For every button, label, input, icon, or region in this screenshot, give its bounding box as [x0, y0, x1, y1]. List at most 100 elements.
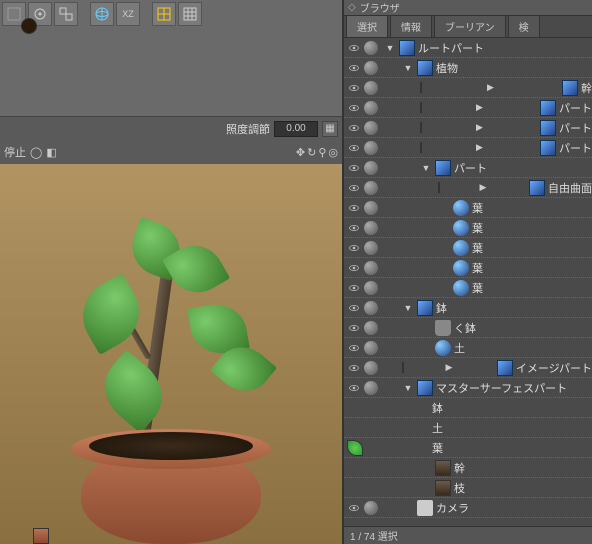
expand-arrow[interactable] [438, 182, 526, 193]
render-toggle[interactable] [364, 241, 378, 255]
visibility-toggle[interactable] [346, 300, 362, 316]
visibility-toggle[interactable] [346, 180, 362, 196]
tree-row[interactable]: 土 [344, 418, 592, 438]
visibility-toggle[interactable] [346, 280, 362, 296]
visibility-toggle[interactable] [346, 480, 362, 496]
expand-arrow[interactable] [402, 383, 414, 393]
render-toggle[interactable] [364, 361, 378, 375]
tree-item-label[interactable]: 鉢 [436, 300, 447, 316]
visibility-toggle[interactable] [346, 120, 362, 136]
visibility-toggle[interactable] [346, 260, 362, 276]
visibility-toggle[interactable] [346, 400, 362, 416]
tree-item-label[interactable]: 鉢 [432, 400, 443, 416]
tree-item-label[interactable]: く鉢 [454, 320, 476, 336]
render-toggle[interactable] [364, 341, 378, 355]
visibility-toggle[interactable] [346, 360, 362, 376]
tree-row[interactable]: 葉 [344, 278, 592, 298]
tree-row[interactable]: ルートパート [344, 38, 592, 58]
render-toggle[interactable] [364, 281, 378, 295]
stop-button[interactable]: 停止 [4, 144, 26, 160]
visibility-toggle[interactable] [346, 460, 362, 476]
render-toggle[interactable] [364, 261, 378, 275]
tree-row[interactable]: パート [344, 98, 592, 118]
visibility-toggle[interactable] [346, 220, 362, 236]
tab-0[interactable]: 選択 [346, 15, 388, 38]
tree-item-label[interactable]: パート [454, 160, 487, 176]
tree-row[interactable]: 鉢 [344, 298, 592, 318]
tree-row[interactable]: パート [344, 158, 592, 178]
tree-item-label[interactable]: 土 [432, 420, 443, 436]
globe-icon[interactable] [90, 2, 114, 26]
visibility-toggle[interactable] [346, 320, 362, 336]
tree-item-label[interactable]: 葉 [472, 280, 483, 296]
render-toggle[interactable] [364, 221, 378, 235]
tree-row[interactable]: 幹 [344, 78, 592, 98]
render-toggle[interactable] [364, 101, 378, 115]
expand-arrow[interactable] [420, 163, 432, 173]
render-toggle[interactable] [364, 201, 378, 215]
tree-row[interactable]: 葉 [344, 198, 592, 218]
visibility-toggle[interactable] [346, 160, 362, 176]
tree-item-label[interactable]: パート [559, 140, 592, 156]
render-toggle[interactable] [364, 381, 378, 395]
render-toggle[interactable] [364, 321, 378, 335]
viewport-3d[interactable] [0, 164, 342, 544]
expand-arrow[interactable] [420, 142, 537, 153]
render-toggle[interactable] [364, 301, 378, 315]
grid-icon[interactable] [178, 2, 202, 26]
tree-item-label[interactable]: マスターサーフェスパート [436, 380, 567, 396]
tree-row[interactable]: 葉 [344, 258, 592, 278]
render-toggle[interactable] [364, 501, 378, 515]
visibility-toggle[interactable] [346, 340, 362, 356]
visibility-toggle[interactable] [346, 60, 362, 76]
visibility-toggle[interactable] [346, 420, 362, 436]
render-toggle[interactable] [364, 181, 378, 195]
rotate-icon[interactable]: ↻ [307, 146, 316, 159]
render-toggle[interactable] [364, 81, 378, 95]
zoom-icon[interactable]: ⚲ [318, 146, 326, 159]
tree-row[interactable]: 土 [344, 338, 592, 358]
tree-item-label[interactable]: 葉 [432, 440, 443, 456]
grid-yellow-icon[interactable] [152, 2, 176, 26]
tree-item-label[interactable]: イメージパート [516, 360, 592, 376]
tree-item-label[interactable]: パート [559, 100, 592, 116]
render-toggle[interactable] [364, 61, 378, 75]
tree-row[interactable]: 植物 [344, 58, 592, 78]
tree-row[interactable]: イメージパート [344, 358, 592, 378]
tree-row[interactable]: 幹 [344, 458, 592, 478]
tree-row[interactable]: 枝 [344, 478, 592, 498]
tree-row[interactable]: パート [344, 138, 592, 158]
cube-icon[interactable]: ◧ [46, 146, 56, 159]
tree-row[interactable]: 鉢 [344, 398, 592, 418]
visibility-toggle[interactable] [346, 80, 362, 96]
tree-item-label[interactable]: 葉 [472, 260, 483, 276]
tree-item-label[interactable]: 植物 [436, 60, 458, 76]
render-toggle[interactable] [364, 161, 378, 175]
expand-arrow[interactable] [384, 43, 396, 53]
tree-row[interactable]: 葉 [344, 218, 592, 238]
visibility-toggle[interactable] [346, 100, 362, 116]
tree-item-label[interactable]: 枝 [454, 480, 465, 496]
tree-row[interactable]: く鉢 [344, 318, 592, 338]
render-toggle[interactable] [364, 141, 378, 155]
fit-icon[interactable]: ◎ [328, 146, 338, 159]
expand-arrow[interactable] [420, 102, 537, 113]
tree-row[interactable]: マスターサーフェスパート [344, 378, 592, 398]
tab-1[interactable]: 情報 [390, 15, 432, 38]
circle-icon[interactable]: ◯ [30, 146, 42, 159]
tab-3[interactable]: 検 [508, 15, 540, 38]
expand-arrow[interactable] [420, 82, 559, 93]
tree-row[interactable]: 葉 [344, 238, 592, 258]
tree-item-label[interactable]: 葉 [472, 220, 483, 236]
tool-button-3[interactable] [54, 2, 78, 26]
tree-item-label[interactable]: 葉 [472, 240, 483, 256]
tree-row[interactable]: パート [344, 118, 592, 138]
move-icon[interactable]: ✥ [296, 146, 305, 159]
tab-2[interactable]: ブーリアン [434, 15, 506, 38]
tree-item-label[interactable]: 葉 [472, 200, 483, 216]
tree-item-label[interactable]: ルートパート [418, 40, 484, 56]
tree-item-label[interactable]: カメラ [436, 500, 469, 516]
brightness-value[interactable]: 0.00 [274, 121, 318, 137]
tree-item-label[interactable]: パート [559, 120, 592, 136]
tree-row[interactable]: カメラ [344, 498, 592, 518]
